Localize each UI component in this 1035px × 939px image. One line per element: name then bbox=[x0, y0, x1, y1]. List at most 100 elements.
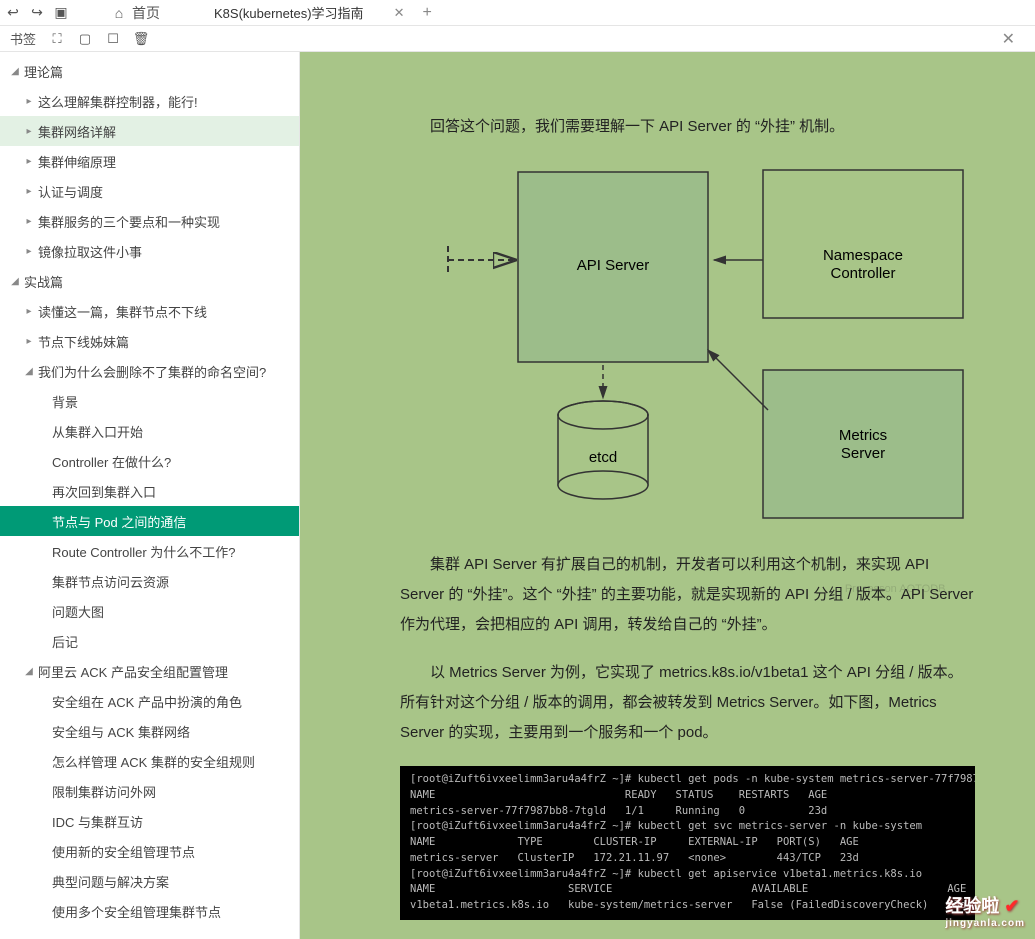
tree-item-label: 节点下线姊妹篇 bbox=[38, 332, 129, 351]
caret-closed-icon[interactable]: ▸ bbox=[24, 306, 34, 317]
tab-k8s-guide[interactable]: K8S(kubernetes)学习指南 ✕ bbox=[206, 1, 412, 25]
watermark-sub: jingyanla.com bbox=[945, 918, 1025, 929]
tree-item[interactable]: ▸ 集群伸缩原理 bbox=[0, 146, 299, 176]
tree-item-label: 背景 bbox=[52, 392, 78, 411]
caret-closed-icon[interactable]: ▸ bbox=[24, 336, 34, 347]
tree-item-label: 阿里云 ACK 产品安全组配置管理 bbox=[38, 662, 228, 681]
home-tab[interactable]: ⌂ 首页 bbox=[112, 3, 160, 23]
tree-item-label: 怎么样管理 ACK 集群的安全组规则 bbox=[52, 752, 255, 771]
tree-item[interactable]: 典型问题与解决方案 bbox=[0, 866, 299, 896]
tree-item-label: 我们为什么会删除不了集群的命名空间? bbox=[38, 362, 266, 381]
diagram-label-ns: NamespaceController bbox=[822, 247, 902, 282]
tree-item-label: 典型问题与解决方案 bbox=[52, 872, 169, 891]
export-bookmark-icon[interactable]: ☐ bbox=[106, 32, 120, 46]
tree-item[interactable]: 安全组在 ACK 产品中扮演的角色 bbox=[0, 686, 299, 716]
forward-icon[interactable]: ↪ bbox=[30, 6, 44, 20]
tree-item-label: 节点与 Pod 之间的通信 bbox=[52, 512, 186, 531]
tree-item[interactable]: 背景 bbox=[0, 386, 299, 416]
tree-item[interactable]: 从集群入口开始 bbox=[0, 416, 299, 446]
tree-item-label: 使用新的安全组管理节点 bbox=[52, 842, 195, 861]
tree-item[interactable]: 集群节点访问云资源 bbox=[0, 566, 299, 596]
tree-item-label: IDC 与集群互访 bbox=[52, 812, 143, 831]
tree-item-label: 集群伸缩原理 bbox=[38, 152, 116, 171]
diagram-watermark: Processon AOTODB bbox=[845, 578, 946, 600]
home-label: 首页 bbox=[132, 3, 160, 23]
add-bookmark-icon[interactable]: ▢ bbox=[78, 32, 92, 46]
tree-item-label: 安全组在 ACK 产品中扮演的角色 bbox=[52, 692, 242, 711]
check-icon: ✔ bbox=[1004, 896, 1019, 916]
tree-item-label: 后记 bbox=[52, 632, 78, 651]
paragraph: 以 Metrics Server 为例，它实现了 metrics.k8s.io/… bbox=[400, 658, 975, 748]
diagram-label-api: API Server bbox=[576, 257, 649, 274]
fullscreen-icon[interactable]: ⛶ bbox=[50, 32, 64, 46]
bookmarks-title: 书签 bbox=[10, 29, 36, 48]
back-icon[interactable]: ↩ bbox=[6, 6, 20, 20]
paragraph: 回答这个问题，我们需要理解一下 API Server 的 “外挂” 机制。 bbox=[400, 112, 975, 142]
caret-open-icon[interactable]: ◢ bbox=[24, 366, 34, 377]
tree-item-label: Controller 在做什么? bbox=[52, 452, 171, 471]
tree-item[interactable]: 节点与 Pod 之间的通信 bbox=[0, 506, 299, 536]
delete-bookmark-icon[interactable]: 🗑 bbox=[134, 32, 148, 46]
caret-closed-icon[interactable]: ▸ bbox=[24, 96, 34, 107]
tree-item-label: 集群网络详解 bbox=[38, 122, 116, 141]
tree-item[interactable]: ◢ 理论篇 bbox=[0, 56, 299, 86]
tree-item[interactable]: ▸ 节点下线姊妹篇 bbox=[0, 326, 299, 356]
tree-item-label: 安全组与 ACK 集群网络 bbox=[52, 722, 190, 741]
tree-item[interactable]: ◢ 实战篇 bbox=[0, 266, 299, 296]
watermark-name: 经验啦 bbox=[945, 896, 999, 916]
close-panel-icon[interactable]: ✕ bbox=[1002, 29, 1025, 49]
tree-item-label: 集群节点访问云资源 bbox=[52, 572, 169, 591]
tree-item-label: 问题大图 bbox=[52, 602, 104, 621]
tree-item[interactable]: ▸ 镜像拉取这件小事 bbox=[0, 236, 299, 266]
tree-item-label: 再次回到集群入口 bbox=[52, 482, 156, 501]
diagram-label-metrics: MetricsServer bbox=[838, 427, 886, 462]
tree-item[interactable]: 安全组与 ACK 集群网络 bbox=[0, 716, 299, 746]
tab-label: K8S(kubernetes)学习指南 bbox=[214, 3, 364, 22]
caret-closed-icon[interactable]: ▸ bbox=[24, 156, 34, 167]
tree-item-label: 使用多个安全组管理集群节点 bbox=[52, 902, 221, 921]
caret-closed-icon[interactable]: ▸ bbox=[24, 126, 34, 137]
tree-item[interactable]: ▸ 读懂这一篇，集群节点不下线 bbox=[0, 296, 299, 326]
terminal-output: [root@iZuft6ivxeelimm3aru4a4frZ ~]# kube… bbox=[400, 766, 975, 920]
tree-item-label: 理论篇 bbox=[24, 62, 63, 81]
close-icon[interactable]: ✕ bbox=[394, 5, 405, 21]
tree-item[interactable]: ◢ 阿里云 ACK 产品安全组配置管理 bbox=[0, 656, 299, 686]
bookmarks-tree: ◢理论篇▸这么理解集群控制器，能行!▸集群网络详解▸集群伸缩原理▸认证与调度▸集… bbox=[0, 52, 299, 939]
tree-item-label: 读懂这一篇，集群节点不下线 bbox=[38, 302, 207, 321]
diagram-label-etcd: etcd bbox=[588, 449, 616, 466]
tree-item[interactable]: ▸ 集群服务的三个要点和一种实现 bbox=[0, 206, 299, 236]
tree-item-label: 实战篇 bbox=[24, 272, 63, 291]
tree-item[interactable]: 怎么样管理 ACK 集群的安全组规则 bbox=[0, 746, 299, 776]
tree-item[interactable]: ◢ 我们为什么会删除不了集群的命名空间? bbox=[0, 356, 299, 386]
site-watermark: 经验啦 ✔ jingyanla.com bbox=[945, 892, 1025, 929]
tree-item[interactable]: 限制集群访问外网 bbox=[0, 776, 299, 806]
tree-item[interactable]: ▸ 集群网络详解 bbox=[0, 116, 299, 146]
architecture-diagram: API Server NamespaceController MetricsSe… bbox=[408, 160, 968, 520]
caret-open-icon[interactable]: ◢ bbox=[24, 666, 34, 677]
caret-closed-icon[interactable]: ▸ bbox=[24, 246, 34, 257]
caret-open-icon[interactable]: ◢ bbox=[10, 66, 20, 77]
tree-item-label: 这么理解集群控制器，能行! bbox=[38, 92, 198, 111]
tree-item-label: 从集群入口开始 bbox=[52, 422, 143, 441]
tree-item[interactable]: IDC 与集群互访 bbox=[0, 806, 299, 836]
tree-item-label: 镜像拉取这件小事 bbox=[38, 242, 142, 261]
caret-closed-icon[interactable]: ▸ bbox=[24, 216, 34, 227]
tree-item[interactable]: Controller 在做什么? bbox=[0, 446, 299, 476]
caret-closed-icon[interactable]: ▸ bbox=[24, 186, 34, 197]
tree-item[interactable]: 后记 bbox=[0, 626, 299, 656]
document-content: 回答这个问题，我们需要理解一下 API Server 的 “外挂” 机制。 AP… bbox=[300, 52, 1035, 939]
tree-item[interactable]: 再次回到集群入口 bbox=[0, 476, 299, 506]
tree-item-label: 限制集群访问外网 bbox=[52, 782, 156, 801]
new-tab-button[interactable]: + bbox=[422, 4, 431, 22]
save-icon[interactable]: ▣ bbox=[54, 6, 68, 20]
bookmarks-sidebar: ◢理论篇▸这么理解集群控制器，能行!▸集群网络详解▸集群伸缩原理▸认证与调度▸集… bbox=[0, 52, 300, 939]
tree-item[interactable]: ▸ 这么理解集群控制器，能行! bbox=[0, 86, 299, 116]
tree-item[interactable]: 问题大图 bbox=[0, 596, 299, 626]
window-topbar: ↩ ↪ ▣ ⌂ 首页 K8S(kubernetes)学习指南 ✕ + bbox=[0, 0, 1035, 26]
tree-item[interactable]: Route Controller 为什么不工作? bbox=[0, 536, 299, 566]
tree-item-label: 集群服务的三个要点和一种实现 bbox=[38, 212, 220, 231]
tree-item[interactable]: 使用新的安全组管理节点 bbox=[0, 836, 299, 866]
caret-open-icon[interactable]: ◢ bbox=[10, 276, 20, 287]
tree-item[interactable]: ▸认证与调度 bbox=[0, 176, 299, 206]
tree-item[interactable]: 使用多个安全组管理集群节点 bbox=[0, 896, 299, 926]
